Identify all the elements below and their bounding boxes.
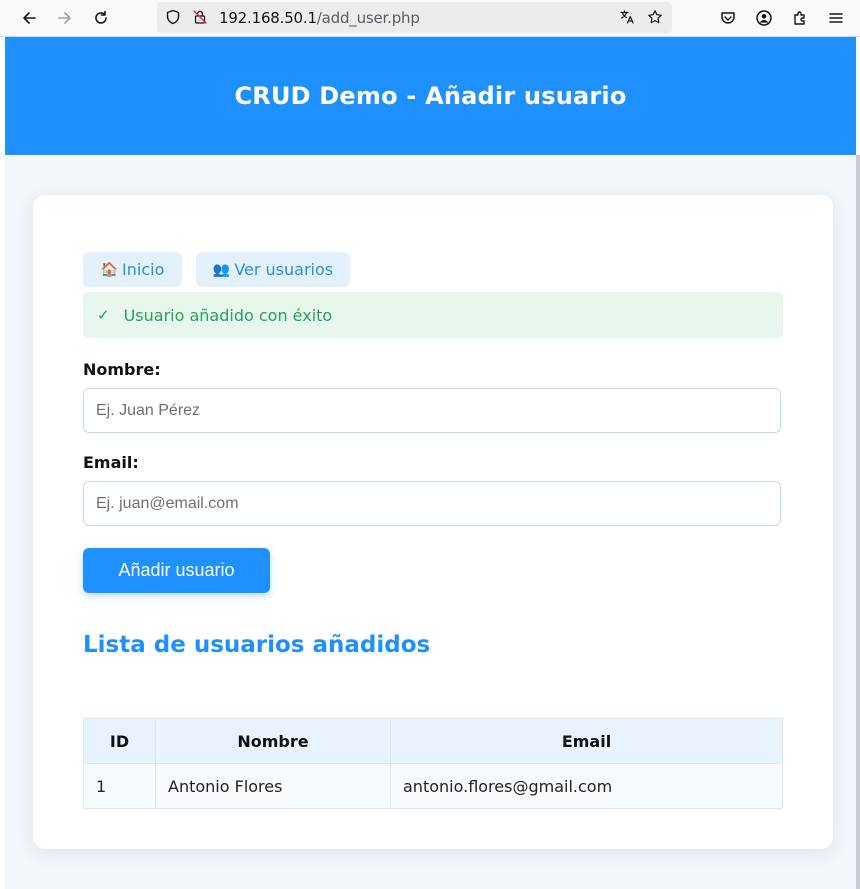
viewport-edge bbox=[0, 37, 5, 889]
url-host: 192.168.50.1 bbox=[219, 9, 317, 27]
column-header-id: ID bbox=[83, 718, 156, 764]
column-header-email: Email bbox=[390, 718, 783, 764]
back-arrow-icon[interactable] bbox=[17, 6, 41, 30]
main-card: 🏠 Inicio 👥 Ver usuarios ✓ Usuario añadid… bbox=[33, 195, 833, 849]
reload-icon[interactable] bbox=[89, 6, 113, 30]
shield-icon[interactable] bbox=[163, 7, 183, 27]
forward-arrow-icon[interactable] bbox=[53, 6, 77, 30]
url-path: /add_user.php bbox=[316, 9, 420, 27]
url-bar[interactable]: 192.168.50.1/add_user.php bbox=[157, 2, 672, 33]
scrollbar-thumb[interactable] bbox=[856, 155, 860, 889]
column-header-nombre: Nombre bbox=[155, 718, 391, 764]
cell-nombre: Antonio Flores bbox=[155, 763, 391, 809]
nav-home-button[interactable]: 🏠 Inicio bbox=[83, 252, 182, 287]
insecure-lock-icon[interactable] bbox=[190, 7, 210, 27]
menu-hamburger-icon[interactable] bbox=[824, 6, 848, 30]
users-icon: 👥 bbox=[212, 261, 231, 278]
account-icon[interactable] bbox=[752, 6, 776, 30]
extensions-icon[interactable] bbox=[788, 6, 812, 30]
email-input[interactable] bbox=[83, 481, 781, 526]
users-list-title: Lista de usuarios añadidos bbox=[83, 632, 431, 658]
table-row: 1 Antonio Flores antonio.flores@gmail.co… bbox=[83, 763, 783, 809]
nav-home-label: Inicio bbox=[122, 260, 165, 279]
nav-view-users-button[interactable]: 👥 Ver usuarios bbox=[196, 252, 350, 287]
cell-email: antonio.flores@gmail.com bbox=[390, 763, 783, 809]
nav-users-label: Ver usuarios bbox=[234, 260, 334, 279]
users-table: ID Nombre Email 1 Antonio Flores antonio… bbox=[83, 718, 783, 809]
pocket-icon[interactable] bbox=[716, 6, 740, 30]
page-title: CRUD Demo - Añadir usuario bbox=[234, 82, 627, 110]
house-icon: 🏠 bbox=[100, 261, 119, 278]
name-label: Nombre: bbox=[83, 360, 161, 379]
name-input[interactable] bbox=[83, 388, 781, 433]
cell-id: 1 bbox=[83, 763, 156, 809]
url-text[interactable]: 192.168.50.1/add_user.php bbox=[219, 9, 420, 27]
browser-toolbar: 192.168.50.1/add_user.php bbox=[0, 0, 860, 37]
email-label: Email: bbox=[83, 453, 139, 472]
add-user-button[interactable]: Añadir usuario bbox=[83, 548, 270, 593]
app-header: CRUD Demo - Añadir usuario bbox=[5, 37, 856, 155]
checkmark-icon: ✓ bbox=[97, 306, 110, 324]
success-message: Usuario añadido con éxito bbox=[123, 305, 333, 325]
translate-icon[interactable] bbox=[617, 7, 637, 27]
bookmark-star-icon[interactable] bbox=[645, 7, 665, 27]
success-alert: ✓ Usuario añadido con éxito bbox=[83, 292, 783, 338]
table-header-row: ID Nombre Email bbox=[83, 718, 783, 764]
